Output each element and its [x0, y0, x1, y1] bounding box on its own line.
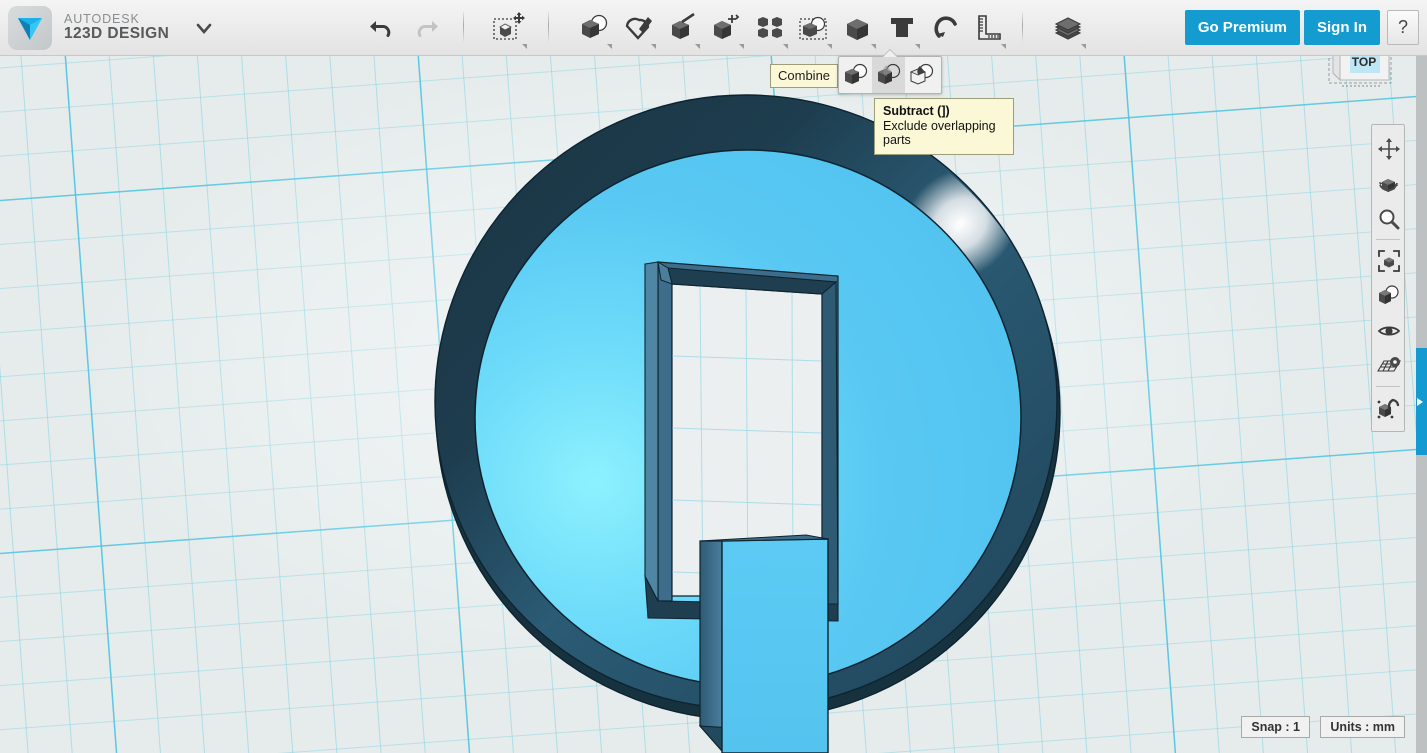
fit-icon[interactable]: [1372, 243, 1406, 278]
toolbar-divider-3: [1022, 12, 1023, 42]
nav-divider-2: [1376, 386, 1400, 387]
combine-subtract-option[interactable]: [872, 57, 905, 93]
pan-icon[interactable]: [1372, 131, 1406, 166]
subtract-tooltip: Subtract (]) Exclude overlapping parts: [874, 98, 1014, 155]
grouping-caret-icon: [827, 44, 832, 49]
construct-caret-icon: [695, 44, 700, 49]
sketch-caret-icon: [651, 44, 656, 49]
sketch-icon: [625, 17, 652, 40]
zoom-icon[interactable]: [1372, 201, 1406, 236]
tooltip-title: Subtract (]): [883, 104, 950, 118]
modify-tool[interactable]: [704, 4, 748, 50]
brand-logo-block[interactable]: AUTODESK 123D DESIGN: [8, 6, 169, 50]
nav-divider-1: [1376, 239, 1400, 240]
scroll-thumb-notch-icon: [1417, 397, 1423, 406]
sign-in-button[interactable]: Sign In: [1304, 10, 1380, 45]
text-caret-icon: [915, 44, 920, 49]
transform-caret-icon: [522, 44, 527, 49]
right-scroll-thumb[interactable]: [1416, 348, 1427, 455]
chevron-down-icon[interactable]: [193, 18, 215, 38]
stem-left-face: [699, 540, 723, 753]
modify-caret-icon: [739, 44, 744, 49]
combine-caret-icon: [607, 44, 612, 49]
magnet-tool[interactable]: [924, 4, 968, 50]
brand-bottom-label: 123D DESIGN: [64, 25, 170, 43]
grouping-icon: [799, 16, 827, 40]
text-tool[interactable]: [880, 4, 924, 50]
orbit-icon[interactable]: [1372, 166, 1406, 201]
autodesk-logo-icon: [8, 6, 52, 50]
stem-front-face: [721, 538, 829, 753]
navigation-bar[interactable]: [1371, 124, 1405, 432]
modify-icon: [714, 14, 740, 39]
help-button[interactable]: ?: [1387, 10, 1419, 45]
material-caret-icon: [1081, 44, 1086, 49]
pattern-icon: [758, 17, 782, 38]
model-power-symbol[interactable]: [0, 56, 1427, 753]
go-premium-button[interactable]: Go Premium: [1184, 10, 1300, 45]
combine-flyout-panel[interactable]: [838, 50, 942, 94]
magnet-icon: [934, 16, 957, 38]
3d-viewport[interactable]: [0, 56, 1427, 753]
toolbar-divider-1: [463, 12, 464, 42]
primitives-caret-icon: [871, 44, 876, 49]
toolbar-divider-2: [548, 12, 549, 42]
material-tool[interactable]: [1046, 4, 1090, 50]
primitives-icon: [847, 19, 868, 40]
grouping-tool[interactable]: [792, 4, 836, 50]
construct-tool[interactable]: [660, 4, 704, 50]
sketch-tool[interactable]: [616, 4, 660, 50]
snap-status[interactable]: Snap : 1: [1241, 716, 1310, 738]
combine-icon: [582, 14, 608, 38]
combine-tool[interactable]: [572, 4, 616, 50]
transform-tool[interactable]: [487, 4, 531, 50]
tooltip-description: Exclude overlapping parts: [883, 119, 996, 147]
pattern-tool[interactable]: [748, 4, 792, 50]
measure-tool[interactable]: [966, 4, 1010, 50]
eye-icon[interactable]: [1372, 313, 1406, 348]
merge-icon: [844, 63, 867, 84]
intersect-icon: [909, 63, 933, 85]
top-toolbar: AUTODESK 123D DESIGN Go Premium Sign In …: [0, 0, 1427, 56]
redo-icon: [417, 21, 438, 37]
undo-icon: [370, 21, 391, 37]
grid-view-icon[interactable]: [1372, 348, 1406, 383]
primitives-tool[interactable]: [836, 4, 880, 50]
transform-icon: [493, 12, 525, 40]
app-root: AUTODESK 123D DESIGN Go Premium Sign In …: [0, 0, 1427, 753]
construct-icon: [672, 13, 695, 39]
undo-button[interactable]: [360, 4, 404, 50]
measure-icon: [978, 15, 1001, 40]
measure-caret-icon: [1001, 44, 1006, 49]
units-status[interactable]: Units : mm: [1320, 716, 1405, 738]
brand-text: AUTODESK 123D DESIGN: [64, 13, 170, 43]
viewcube-face-label: TOP: [1352, 55, 1376, 69]
material-icon: [1054, 17, 1082, 40]
redo-button[interactable]: [404, 4, 448, 50]
snap-settings-icon[interactable]: [1372, 390, 1406, 425]
bracket-left-wall: [644, 261, 659, 602]
text-icon: [891, 18, 913, 37]
combine-merge-option[interactable]: [839, 57, 872, 93]
object-visibility-icon[interactable]: [1372, 278, 1406, 313]
flyout-pointer-icon: [883, 50, 897, 57]
combine-intersect-option[interactable]: [905, 57, 938, 93]
subtract-icon: [877, 63, 900, 84]
pattern-caret-icon: [783, 44, 788, 49]
combine-flyout-label: Combine: [770, 64, 839, 88]
